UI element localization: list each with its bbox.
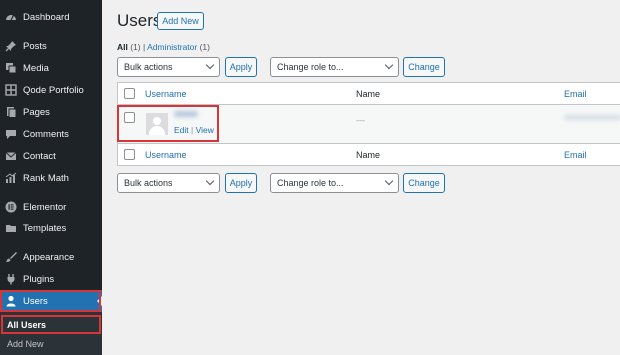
comment-icon: [5, 128, 17, 140]
sidebar-item-templates[interactable]: Templates: [0, 217, 102, 239]
sidebar-item-elementor[interactable]: Elementor: [0, 196, 102, 218]
chevron-down-icon: [205, 176, 215, 186]
change-button-bottom[interactable]: Change: [403, 173, 445, 193]
dashboard-icon: [5, 11, 17, 23]
sidebar-item-rank-math[interactable]: Rank Math: [0, 167, 102, 189]
change-role-select-bottom[interactable]: Change role to...: [270, 173, 399, 193]
sidebar-item-media[interactable]: Media: [0, 57, 102, 79]
username-redacted[interactable]: [174, 111, 198, 117]
row-actions: Edit | View: [174, 125, 214, 135]
sidebar-item-appearance[interactable]: Appearance: [0, 246, 102, 268]
sidebar-label: Plugins: [23, 273, 55, 285]
row-checkbox[interactable]: [124, 112, 135, 123]
table-header: Username Name Email: [118, 83, 620, 105]
filter-separator: |: [143, 42, 146, 52]
grid-icon: [5, 84, 17, 96]
select-all-checkbox[interactable]: [124, 88, 135, 99]
page-title: Users: [117, 11, 162, 30]
user-role-filters: All (1) | Administrator (1): [117, 42, 210, 52]
change-role-value: Change role to...: [277, 62, 344, 72]
sidebar-item-contact[interactable]: Contact: [0, 145, 102, 167]
users-submenu: All Users Add New: [0, 312, 102, 355]
sidebar-label: Contact: [23, 150, 56, 162]
table-row: Edit | View —: [118, 105, 620, 143]
chevron-down-icon: [384, 60, 394, 70]
admin-sidebar: Dashboard Posts Media Qode Portfolio Pag…: [0, 0, 102, 355]
media-icon: [5, 62, 17, 74]
sidebar-label: Pages: [23, 106, 50, 118]
filter-administrator[interactable]: Administrator: [147, 42, 197, 52]
filter-all[interactable]: All: [117, 42, 128, 52]
change-role-value: Change role to...: [277, 178, 344, 188]
chart-icon: [5, 172, 17, 184]
sidebar-label: Users: [23, 295, 48, 307]
change-role-select-top[interactable]: Change role to...: [270, 57, 399, 77]
bulk-actions-value: Bulk actions: [124, 62, 173, 72]
sidebar-item-dashboard[interactable]: Dashboard: [0, 6, 102, 28]
column-email-bottom[interactable]: Email: [564, 150, 587, 160]
sidebar-item-posts[interactable]: Posts: [0, 35, 102, 57]
users-table: Username Name Email Edit | View — Userna…: [117, 82, 620, 166]
sidebar-label: Appearance: [23, 251, 75, 263]
filter-all-count: (1): [130, 42, 141, 52]
sidebar-label: Qode Portfolio: [23, 84, 84, 96]
bulk-actions-select-bottom[interactable]: Bulk actions: [117, 173, 220, 193]
chevron-down-icon: [384, 176, 394, 186]
email-redacted[interactable]: [564, 115, 620, 120]
sidebar-item-users[interactable]: Users: [0, 290, 102, 312]
column-name-bottom: Name: [356, 150, 381, 160]
folder-icon: [5, 222, 17, 234]
chevron-down-icon: [205, 60, 215, 70]
mail-icon: [5, 150, 17, 162]
sidebar-item-plugins[interactable]: Plugins: [0, 268, 102, 290]
page-icon: [5, 106, 17, 118]
column-email[interactable]: Email: [564, 89, 587, 99]
brush-icon: [5, 251, 17, 263]
sidebar-label: Rank Math: [23, 172, 69, 184]
change-button-top[interactable]: Change: [403, 57, 445, 77]
column-name: Name: [356, 89, 381, 99]
pin-icon: [5, 40, 17, 52]
sidebar-label: Dashboard: [23, 11, 70, 23]
submenu-add-new[interactable]: Add New: [0, 334, 102, 354]
avatar: [146, 113, 168, 135]
column-username-bottom[interactable]: Username: [145, 150, 187, 160]
table-footer: Username Name Email: [118, 143, 620, 165]
bulk-actions-select-top[interactable]: Bulk actions: [117, 57, 220, 77]
sidebar-label: Templates: [23, 222, 67, 234]
row-actions-separator: |: [191, 125, 194, 135]
bulk-actions-value: Bulk actions: [124, 178, 173, 188]
name-value: —: [356, 115, 365, 125]
apply-button-bottom[interactable]: Apply: [225, 173, 257, 193]
select-all-checkbox-bottom[interactable]: [124, 149, 135, 160]
user-icon: [5, 295, 17, 307]
view-link[interactable]: View: [196, 125, 214, 135]
sidebar-label: Media: [23, 62, 49, 74]
sidebar-label: Posts: [23, 40, 47, 52]
column-username[interactable]: Username: [145, 89, 187, 99]
elementor-icon: [5, 201, 17, 213]
sidebar-item-comments[interactable]: Comments: [0, 123, 102, 145]
plug-icon: [5, 273, 17, 285]
apply-button-top[interactable]: Apply: [225, 57, 257, 77]
sidebar-label: Elementor: [23, 201, 67, 213]
submenu-all-users[interactable]: All Users: [0, 315, 102, 335]
edit-link[interactable]: Edit: [174, 125, 189, 135]
add-new-button[interactable]: Add New: [157, 12, 204, 30]
sidebar-item-qode-portfolio[interactable]: Qode Portfolio: [0, 79, 102, 101]
sidebar-item-pages[interactable]: Pages: [0, 101, 102, 123]
sidebar-label: Comments: [23, 128, 69, 140]
filter-admin-count: (1): [199, 42, 210, 52]
